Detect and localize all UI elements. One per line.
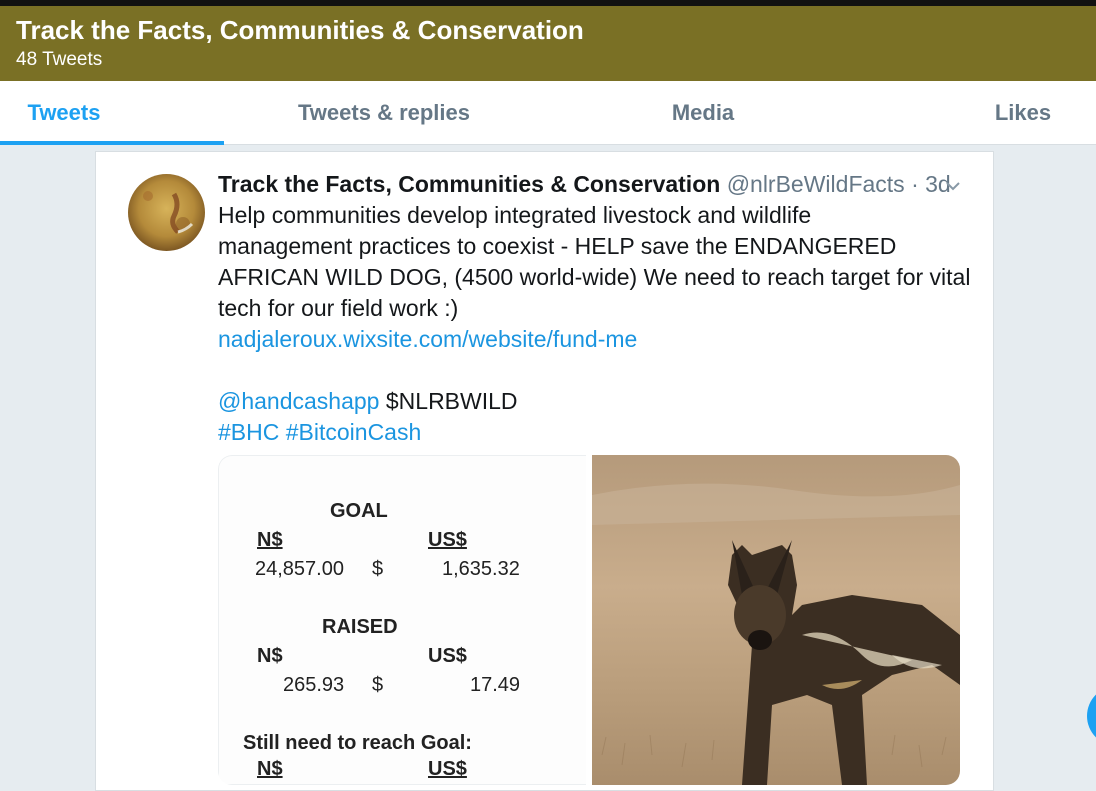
raised-heading: RAISED xyxy=(322,616,398,638)
fundraising-image[interactable]: GOAL N$ US$ 24,857.00 $ 1,635.32 RAISED … xyxy=(218,455,586,785)
tab-tweets[interactable]: Tweets xyxy=(0,81,128,145)
cashtag: $NLRBWILD xyxy=(385,388,518,414)
goal-us-value: 1,635.32 xyxy=(442,558,520,580)
tab-media[interactable]: Media xyxy=(640,81,766,145)
tab-tweets-replies[interactable]: Tweets & replies xyxy=(270,81,498,145)
raised-ns-label: N$ xyxy=(257,645,283,667)
profile-name: Track the Facts, Communities & Conservat… xyxy=(16,15,584,45)
hashtag-bitcoincash[interactable]: #BitcoinCash xyxy=(286,419,422,445)
tweet-text: Help communities develop integrated live… xyxy=(218,200,971,448)
hashtag-bhc[interactable]: #BHC xyxy=(218,419,279,445)
still-need-heading: Still need to reach Goal: xyxy=(243,732,472,754)
wild-dog-photo[interactable] xyxy=(592,455,960,785)
still-ns-label: N$ xyxy=(257,758,283,780)
avatar[interactable] xyxy=(128,174,205,251)
goal-ns-value: 24,857.00 xyxy=(255,558,344,580)
chevron-down-icon[interactable] xyxy=(943,176,963,196)
goal-heading: GOAL xyxy=(330,500,388,522)
goal-dollar-sign: $ xyxy=(372,558,384,580)
tweet-text-line: tech for our field work :) xyxy=(218,295,459,321)
active-tab-indicator xyxy=(0,141,224,145)
tweet-media: GOAL N$ US$ 24,857.00 $ 1,635.32 RAISED … xyxy=(218,455,960,785)
tweet-text-line: management practices to coexist - HELP s… xyxy=(218,233,897,259)
profile-tabs: Tweets Tweets & replies Media Likes xyxy=(0,81,1096,145)
profile-header: Track the Facts, Communities & Conservat… xyxy=(0,6,1096,81)
raised-ns-value: 265.93 xyxy=(283,674,345,696)
goal-us-label: US$ xyxy=(428,529,467,551)
raised-us-value: 17.49 xyxy=(470,674,521,696)
compose-tweet-button[interactable] xyxy=(1087,686,1096,746)
tweet-header: Track the Facts, Communities & Conservat… xyxy=(218,169,951,199)
still-us-label: US$ xyxy=(428,758,467,780)
tweet-count: 48 Tweets xyxy=(16,49,103,70)
mention-link[interactable]: @handcashapp xyxy=(218,388,379,414)
tweet-handle[interactable]: @nlrBeWildFacts xyxy=(727,171,905,197)
goal-ns-label: N$ xyxy=(257,529,283,551)
tweet-text-line: Help communities develop integrated live… xyxy=(218,202,812,228)
tab-likes[interactable]: Likes xyxy=(970,81,1076,145)
tweet-link[interactable]: nadjaleroux.wixsite.com/website/fund-me xyxy=(218,326,637,352)
raised-dollar-sign: $ xyxy=(372,674,384,696)
tweet-text-line: AFRICAN WILD DOG, (4500 world-wide) We n… xyxy=(218,264,971,290)
raised-us-label: US$ xyxy=(428,645,467,667)
separator-dot: · xyxy=(911,171,919,197)
tweet-author-name[interactable]: Track the Facts, Communities & Conservat… xyxy=(218,171,720,197)
